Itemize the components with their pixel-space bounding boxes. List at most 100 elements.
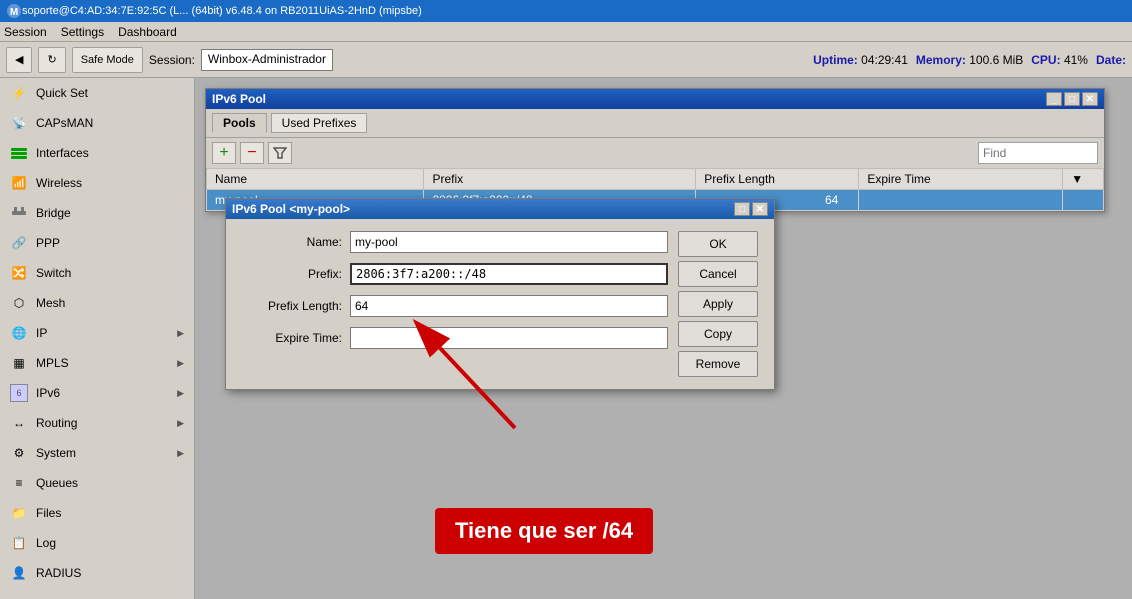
remove-button[interactable]: −: [240, 142, 264, 164]
mpls-arrow-icon: ▶: [177, 358, 184, 369]
toolbar: ◀ ↻ Safe Mode Session: Winbox-Administra…: [0, 42, 1132, 78]
name-label: Name:: [242, 235, 342, 249]
prefix-input[interactable]: [350, 263, 668, 285]
sidebar-item-routing[interactable]: ↔ Routing ▶: [0, 408, 194, 438]
sidebar-label-ipv6: IPv6: [36, 386, 60, 400]
svg-text:M: M: [10, 7, 18, 18]
dialog-body: Name: Prefix: Prefix Length: Expire Time…: [226, 219, 774, 389]
sidebar-label-capsman: CAPsMAN: [36, 116, 93, 130]
session-value: Winbox-Administrador: [201, 49, 333, 71]
interfaces-icon: [10, 144, 28, 162]
cpu-text: CPU: 41%: [1031, 53, 1088, 67]
menu-settings[interactable]: Settings: [61, 25, 104, 39]
refresh-button[interactable]: ↻: [38, 47, 65, 73]
name-input[interactable]: [350, 231, 668, 253]
sidebar-item-mesh[interactable]: ⬡ Mesh: [0, 288, 194, 318]
title-text: soporte@C4:AD:34:7E:92:5C (L... (64bit) …: [22, 5, 422, 17]
pool-close-button[interactable]: ✕: [1082, 92, 1098, 106]
sidebar-item-queues[interactable]: ≡ Queues: [0, 468, 194, 498]
sidebar-label-wireless: Wireless: [36, 176, 82, 190]
sidebar-label-mpls: MPLS: [36, 356, 69, 370]
menu-session[interactable]: Session: [4, 25, 47, 39]
sidebar-item-ip[interactable]: 🌐 IP ▶: [0, 318, 194, 348]
filter-button[interactable]: [268, 142, 292, 164]
tab-pools[interactable]: Pools: [212, 113, 267, 133]
pool-window-controls: _ □ ✕: [1046, 92, 1098, 106]
apply-button[interactable]: Apply: [678, 291, 758, 317]
find-input[interactable]: [978, 142, 1098, 164]
field-row-name: Name:: [242, 231, 668, 253]
col-expire-time[interactable]: Expire Time: [859, 169, 1063, 190]
sidebar-item-radius[interactable]: 👤 RADIUS: [0, 558, 194, 588]
sidebar-item-ppp[interactable]: 🔗 PPP: [0, 228, 194, 258]
dialog-maximize-button[interactable]: □: [734, 202, 750, 216]
tab-used-prefixes[interactable]: Used Prefixes: [271, 113, 368, 133]
ppp-icon: 🔗: [10, 234, 28, 252]
ip-arrow-icon: ▶: [177, 328, 184, 339]
sidebar-item-wireless[interactable]: 📶 Wireless: [0, 168, 194, 198]
sidebar-item-log[interactable]: 📋 Log: [0, 528, 194, 558]
sidebar-label-bridge: Bridge: [36, 206, 71, 220]
col-name[interactable]: Name: [207, 169, 424, 190]
wireless-icon: 📶: [10, 174, 28, 192]
sidebar-item-system[interactable]: ⚙ System ▶: [0, 438, 194, 468]
field-row-prefix-length: Prefix Length:: [242, 295, 668, 317]
dialog-close-button[interactable]: ✕: [752, 202, 768, 216]
annotation-container: Tiene que ser /64: [435, 508, 653, 554]
uptime-text: Uptime: 04:29:41: [813, 53, 908, 67]
sidebar-label-ip: IP: [36, 326, 47, 340]
sidebar-label-log: Log: [36, 536, 56, 550]
sidebar-item-switch[interactable]: 🔀 Switch: [0, 258, 194, 288]
system-icon: ⚙: [10, 444, 28, 462]
safe-mode-button[interactable]: Safe Mode: [72, 47, 143, 73]
col-dropdown[interactable]: ▼: [1063, 169, 1104, 190]
sidebar-label-mesh: Mesh: [36, 296, 65, 310]
radius-icon: 👤: [10, 564, 28, 582]
log-icon: 📋: [10, 534, 28, 552]
sidebar-item-files[interactable]: 📁 Files: [0, 498, 194, 528]
ipv6-pool-window: IPv6 Pool _ □ ✕ Pools Used Prefixes + −: [205, 88, 1105, 212]
capsman-icon: 📡: [10, 114, 28, 132]
pool-maximize-button[interactable]: □: [1064, 92, 1080, 106]
cancel-button[interactable]: Cancel: [678, 261, 758, 287]
routing-icon: ↔: [10, 414, 28, 432]
dialog-title: IPv6 Pool <my-pool> □ ✕: [226, 199, 774, 219]
copy-button[interactable]: Copy: [678, 321, 758, 347]
list-toolbar: + −: [206, 138, 1104, 168]
sidebar: ⚡ Quick Set 📡 CAPsMAN Interfaces 📶 Wirel…: [0, 78, 195, 599]
sidebar-item-mpls[interactable]: ▦ MPLS ▶: [0, 348, 194, 378]
sidebar-label-queues: Queues: [36, 476, 78, 490]
ip-icon: 🌐: [10, 324, 28, 342]
sidebar-label-ppp: PPP: [36, 236, 60, 250]
filter-icon: [273, 146, 287, 160]
expire-time-label: Expire Time:: [242, 331, 342, 345]
pool-minimize-button[interactable]: _: [1046, 92, 1062, 106]
cell-expire-time: [859, 190, 1063, 211]
remove-button[interactable]: Remove: [678, 351, 758, 377]
sidebar-item-bridge[interactable]: Bridge: [0, 198, 194, 228]
menu-dashboard[interactable]: Dashboard: [118, 25, 177, 39]
session-label: Session:: [149, 53, 195, 67]
title-bar: M soporte@C4:AD:34:7E:92:5C (L... (64bit…: [0, 0, 1132, 22]
prefix-length-label: Prefix Length:: [242, 299, 342, 313]
prefix-length-input[interactable]: [350, 295, 668, 317]
app-logo-icon: M: [6, 3, 22, 19]
ok-button[interactable]: OK: [678, 231, 758, 257]
annotation-text: Tiene que ser /64: [435, 508, 653, 554]
back-button[interactable]: ◀: [6, 47, 32, 73]
sidebar-label-routing: Routing: [36, 416, 77, 430]
prefix-label: Prefix:: [242, 267, 342, 281]
sidebar-item-interfaces[interactable]: Interfaces: [0, 138, 194, 168]
expire-time-input[interactable]: [350, 327, 668, 349]
sidebar-label-system: System: [36, 446, 76, 460]
sidebar-item-capsman[interactable]: 📡 CAPsMAN: [0, 108, 194, 138]
sidebar-item-quick-set[interactable]: ⚡ Quick Set: [0, 78, 194, 108]
col-prefix-length[interactable]: Prefix Length: [696, 169, 859, 190]
add-button[interactable]: +: [212, 142, 236, 164]
sidebar-item-ipv6[interactable]: 6 IPv6 ▶: [0, 378, 194, 408]
sidebar-label-switch: Switch: [36, 266, 71, 280]
date-text: Date:: [1096, 53, 1126, 67]
quick-set-icon: ⚡: [10, 84, 28, 102]
ipv6-icon: 6: [10, 384, 28, 402]
col-prefix[interactable]: Prefix: [424, 169, 696, 190]
